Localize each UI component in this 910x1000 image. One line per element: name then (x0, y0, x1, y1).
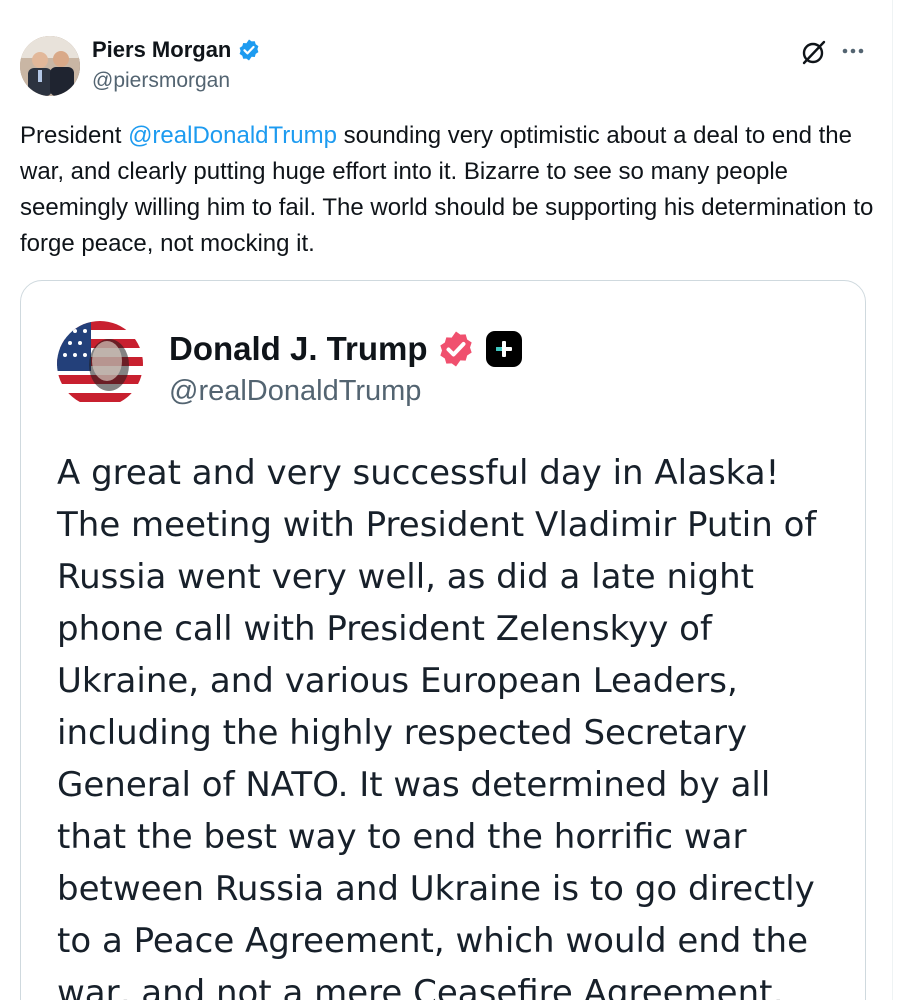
tweet-text-start: President (20, 122, 129, 149)
quoted-author-avatar[interactable] (57, 321, 143, 407)
column-divider (892, 0, 893, 1000)
grok-icon[interactable] (800, 38, 828, 66)
author-avatar[interactable] (20, 36, 80, 96)
author-name-row[interactable]: Piers Morgan (92, 36, 261, 64)
quoted-post-card[interactable]: Donald J. Trump @realDonaldTrump A great… (20, 280, 866, 1000)
tweet-text: President @realDonaldTrump sounding very… (20, 118, 880, 262)
more-options-icon[interactable] (840, 40, 866, 62)
quoted-author-name[interactable]: Donald J. Trump (169, 329, 428, 369)
quoted-author-handle[interactable]: @realDonaldTrump (169, 373, 421, 409)
verified-badge-icon (439, 331, 472, 367)
plus-badge-icon (485, 331, 522, 367)
author-handle[interactable]: @piersmorgan (92, 67, 230, 95)
verified-badge-icon (239, 39, 259, 61)
mention-link[interactable]: @realDonaldTrump (128, 122, 337, 149)
quoted-author-name-row[interactable]: Donald J. Trump (169, 329, 522, 369)
author-name[interactable]: Piers Morgan (92, 36, 231, 64)
quoted-post-text: A great and very successful day in Alask… (57, 453, 817, 1000)
